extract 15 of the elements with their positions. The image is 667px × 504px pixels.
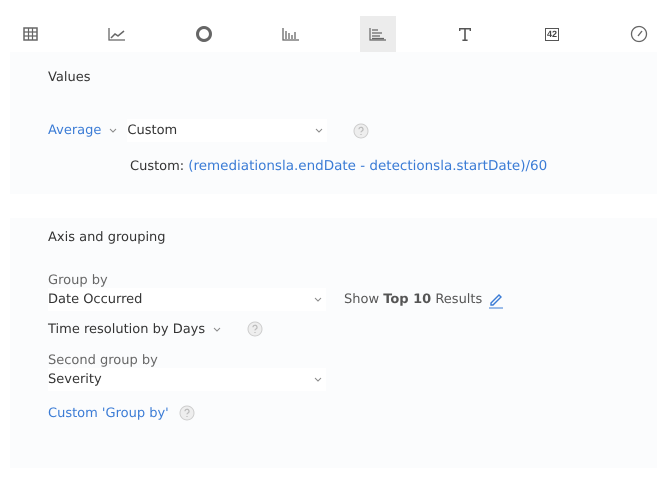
custom-group-by-link[interactable]: Custom 'Group by': [48, 406, 169, 420]
time-resolution-dropdown[interactable]: Time resolution by Days: [48, 322, 222, 336]
section-title: Values: [48, 70, 92, 85]
group-by-dropdown[interactable]: Date Occurred: [48, 288, 326, 311]
aggregate-dropdown[interactable]: Average: [48, 123, 118, 138]
chart-type-button[interactable]: 42: [534, 16, 570, 52]
field-label: Group by: [48, 273, 109, 288]
section-title: Axis and grouping: [48, 230, 167, 245]
top-results-text: Show Top 10 Results: [344, 292, 482, 307]
field-dropdown[interactable]: Custom: [127, 119, 328, 142]
second-group-dropdown[interactable]: Severity: [48, 368, 326, 391]
field-label: Second group by: [48, 353, 159, 368]
number-icon: 42: [544, 28, 559, 40]
custom-formula-link[interactable]: (remediationsla.endDate - detectionsla.startDate)/60: [188, 158, 548, 174]
custom-label: Custom:: [130, 158, 184, 174]
